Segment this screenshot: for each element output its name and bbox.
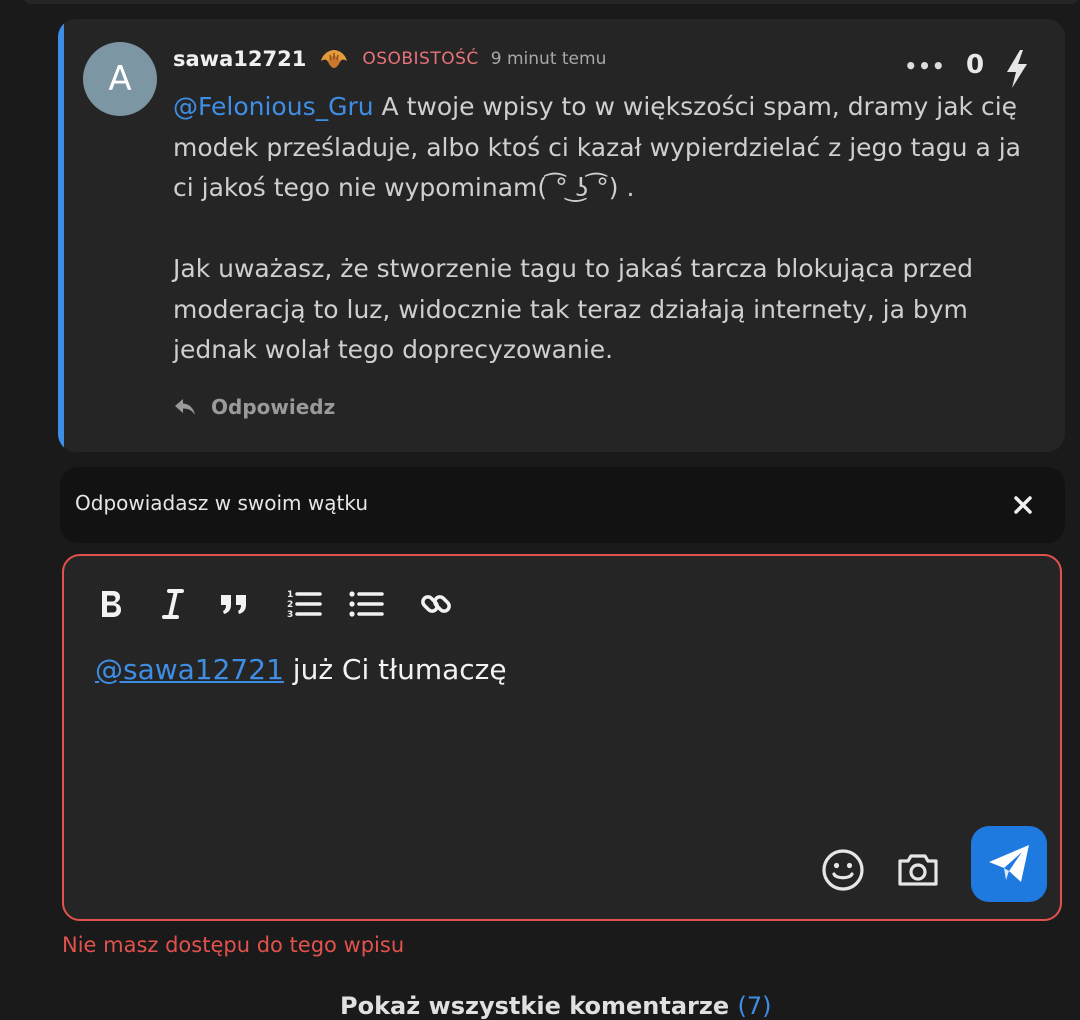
ordered-list-icon[interactable]: 1 2 3	[284, 584, 324, 624]
vote-count: 0	[966, 50, 985, 80]
show-all-comments-label: Pokaż wszystkie komentarze	[340, 992, 730, 1020]
bullet-list-icon[interactable]	[346, 584, 386, 624]
reply-button[interactable]: Odpowiedz	[173, 395, 335, 419]
comment-text-paragraph: Jak uważasz, że stworzenie tagu to jakaś…	[173, 254, 981, 364]
avatar[interactable]: A	[83, 42, 157, 116]
error-message: Nie masz dostępu do tego wpisu	[62, 933, 405, 957]
comment-body: @Felonious_Gru A twoje wpisy to w większ…	[173, 87, 1048, 371]
more-options-button[interactable]: •••	[904, 53, 944, 79]
svg-text:3: 3	[287, 610, 293, 620]
emoji-icon[interactable]	[820, 847, 866, 893]
avatar-letter: A	[108, 59, 132, 99]
reply-banner-text: Odpowiadasz w swoim wątku	[75, 491, 368, 515]
reply-banner: Odpowiadasz w swoim wątku	[60, 467, 1065, 543]
close-icon[interactable]	[1011, 493, 1035, 517]
svg-text:2: 2	[287, 600, 293, 610]
show-all-comments-button[interactable]: Pokaż wszystkie komentarze (7)	[340, 992, 772, 1020]
quote-icon[interactable]	[214, 584, 254, 624]
user-rank-badge: OSOBISTOŚĆ	[362, 49, 479, 69]
italic-icon[interactable]	[153, 584, 193, 624]
editor-mention[interactable]: @sawa12721	[95, 653, 284, 686]
bold-icon[interactable]	[91, 584, 131, 624]
comment-editor[interactable]: 1 2 3 @sawa12721 już Ci tłumaczę	[62, 554, 1062, 921]
editor-content[interactable]: @sawa12721 już Ci tłumaczę	[95, 653, 507, 686]
editor-text: już Ci tłumaczę	[283, 653, 507, 686]
reply-label: Odpowiedz	[211, 395, 336, 419]
username[interactable]: sawa12721	[173, 47, 306, 71]
thread-accent-bar	[58, 19, 64, 452]
timestamp[interactable]: 9 minut temu	[491, 49, 607, 69]
reply-icon	[175, 399, 195, 415]
bolt-icon[interactable]	[1003, 49, 1031, 89]
send-button[interactable]	[971, 826, 1047, 902]
comment-card: A sawa12721 OSOBISTOŚĆ 9 minut temu ••• …	[58, 19, 1065, 452]
send-icon	[989, 845, 1029, 882]
mention-link[interactable]: @Felonious_Gru	[173, 92, 374, 121]
comments-count: (7)	[737, 992, 772, 1020]
croissant-icon	[318, 47, 350, 71]
camera-icon[interactable]	[895, 847, 941, 893]
author-row: sawa12721 OSOBISTOŚĆ 9 minut temu	[173, 43, 606, 75]
link-icon[interactable]	[416, 584, 456, 624]
svg-text:1: 1	[287, 590, 293, 600]
previous-card-edge	[22, 0, 1080, 4]
